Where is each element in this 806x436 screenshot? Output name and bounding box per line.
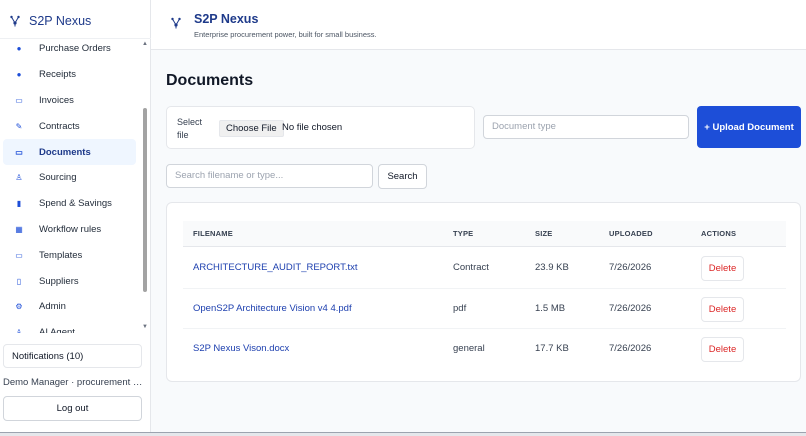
header-tagline: Enterprise procurement power, built for … <box>194 30 377 39</box>
sidebar-item-label: Templates <box>39 249 83 261</box>
sidebar-item-workflow-rules[interactable]: ▦ Workflow rules <box>3 217 136 243</box>
sidebar-item-contracts[interactable]: ✎ Contracts <box>3 113 136 139</box>
sidebar-item-label: AI Agent <box>39 327 75 333</box>
edit-icon: ✎ <box>15 121 23 131</box>
uploaded-cell: 7/26/2026 <box>609 343 652 354</box>
sidebar-item-receipts[interactable]: ● Receipts <box>3 62 136 88</box>
notifications-button[interactable]: Notifications (10) <box>3 344 142 368</box>
upload-card: Select file Choose File No file chosen <box>166 106 475 149</box>
size-cell: 23.9 KB <box>535 262 569 273</box>
document-icon: ▯ <box>16 276 22 286</box>
sidebar-item-label: Documents <box>39 146 91 158</box>
type-cell: Contract <box>453 262 489 273</box>
choose-file-button[interactable]: Choose File <box>219 120 284 137</box>
sidebar-item-invoices[interactable]: ▭ Invoices <box>3 88 136 114</box>
sidebar-item-label: Contracts <box>39 120 80 132</box>
column-header-filename: FILENAME <box>193 229 233 238</box>
nexus-logo-icon <box>10 15 20 27</box>
sidebar-item-label: Sourcing <box>39 172 77 184</box>
table-row: S2P Nexus Vison.docx general 17.7 KB 7/2… <box>183 329 786 370</box>
filename-link[interactable]: OpenS2P Architecture Vision v4 4.pdf <box>193 289 352 329</box>
table-row: OpenS2P Architecture Vision v4 4.pdf pdf… <box>183 289 786 329</box>
column-header-type: TYPE <box>453 229 474 238</box>
search-input[interactable]: Search filename or type... <box>166 164 373 188</box>
delete-button[interactable]: Delete <box>701 256 744 281</box>
folder-icon: ▭ <box>15 147 23 157</box>
search-button[interactable]: Search <box>378 164 427 189</box>
brand-name: S2P Nexus <box>29 14 92 28</box>
delete-button[interactable]: Delete <box>701 337 744 362</box>
people-icon: ♙ <box>15 173 23 183</box>
sidebar-brand[interactable]: S2P Nexus <box>10 12 91 30</box>
table-header: FILENAME TYPE SIZE UPLOADED ACTIONS <box>183 221 786 247</box>
bullet-icon: ● <box>16 70 22 80</box>
column-header-size: SIZE <box>535 229 553 238</box>
scroll-down-arrow-icon[interactable]: ▼ <box>141 323 149 331</box>
delete-button[interactable]: Delete <box>701 296 744 322</box>
sidebar-item-ai-agent[interactable]: ♙ AI Agent <box>3 320 136 333</box>
sidebar-item-suppliers[interactable]: ▯ Suppliers <box>3 268 136 294</box>
sidebar-item-label: Spend & Savings <box>39 198 112 210</box>
size-cell: 1.5 MB <box>535 302 566 314</box>
sidebar-item-templates[interactable]: ▭ Templates <box>3 242 136 268</box>
filename-link[interactable]: ARCHITECTURE_AUDIT_REPORT.txt <box>193 248 358 288</box>
window-bottom-border <box>0 432 806 436</box>
sidebar-item-spend-savings[interactable]: ▮ Spend & Savings <box>3 191 136 217</box>
bar-chart-icon: ▮ <box>16 199 22 209</box>
sidebar-item-purchase-orders[interactable]: ● Purchase Orders <box>3 39 136 62</box>
people-icon: ♙ <box>15 328 23 333</box>
grid-icon: ▦ <box>15 224 23 234</box>
uploaded-cell: 7/26/2026 <box>609 302 652 314</box>
no-file-chosen-text: No file chosen <box>282 122 343 133</box>
logout-button[interactable]: Log out <box>3 396 142 421</box>
header-title: S2P Nexus <box>194 12 259 26</box>
sidebar-item-label: Admin <box>39 301 66 313</box>
sidebar-item-documents[interactable]: ▭ Documents <box>3 139 136 165</box>
sidebar-item-label: Workflow rules <box>39 223 102 235</box>
sidebar-item-label: Suppliers <box>39 275 79 287</box>
upload-document-button[interactable]: + Upload Document <box>697 106 801 148</box>
scroll-thumb[interactable] <box>143 108 147 292</box>
type-cell: pdf <box>453 302 467 314</box>
scroll-up-arrow-icon[interactable]: ▲ <box>141 40 149 48</box>
documents-table: FILENAME TYPE SIZE UPLOADED ACTIONS ARCH… <box>166 202 801 382</box>
sidebar: S2P Nexus ● Purchase Orders ● Receipts ▭ Invo… <box>0 0 151 432</box>
sidebar-nav-list: ● Purchase Orders ● Receipts ▭ Invoices ✎ Contr… <box>0 39 140 333</box>
gear-icon: ⚙ <box>15 302 23 312</box>
uploaded-cell: 7/26/2026 <box>609 262 652 273</box>
sidebar-item-label: Purchase Orders <box>39 43 111 55</box>
sidebar-scrollbar[interactable]: ▲ ▼ <box>141 40 149 331</box>
page-title: Documents <box>166 72 254 89</box>
document-type-input[interactable]: Document type <box>483 115 689 139</box>
folder-icon: ▭ <box>15 250 23 260</box>
sidebar-item-label: Invoices <box>39 94 74 106</box>
sidebar-item-admin[interactable]: ⚙ Admin <box>3 294 136 320</box>
folder-icon: ▭ <box>15 95 23 105</box>
sidebar-item-sourcing[interactable]: ♙ Sourcing <box>3 165 136 191</box>
bullet-icon: ● <box>16 44 22 54</box>
select-file-label: Select file <box>177 117 203 140</box>
filename-link[interactable]: S2P Nexus Vison.docx <box>193 329 289 369</box>
table-row: ARCHITECTURE_AUDIT_REPORT.txt Contract 2… <box>183 248 786 289</box>
top-header: S2P Nexus Enterprise procurement power, … <box>151 0 806 50</box>
nexus-logo-icon <box>171 17 181 32</box>
sidebar-nav: ● Purchase Orders ● Receipts ▭ Invoices ✎ Contr… <box>0 38 151 333</box>
user-label: Demo Manager · procurement m... <box>3 377 146 388</box>
column-header-uploaded: UPLOADED <box>609 229 653 238</box>
sidebar-item-label: Receipts <box>39 69 76 81</box>
size-cell: 17.7 KB <box>535 343 569 354</box>
column-header-actions: ACTIONS <box>701 229 737 238</box>
type-cell: general <box>453 343 485 354</box>
